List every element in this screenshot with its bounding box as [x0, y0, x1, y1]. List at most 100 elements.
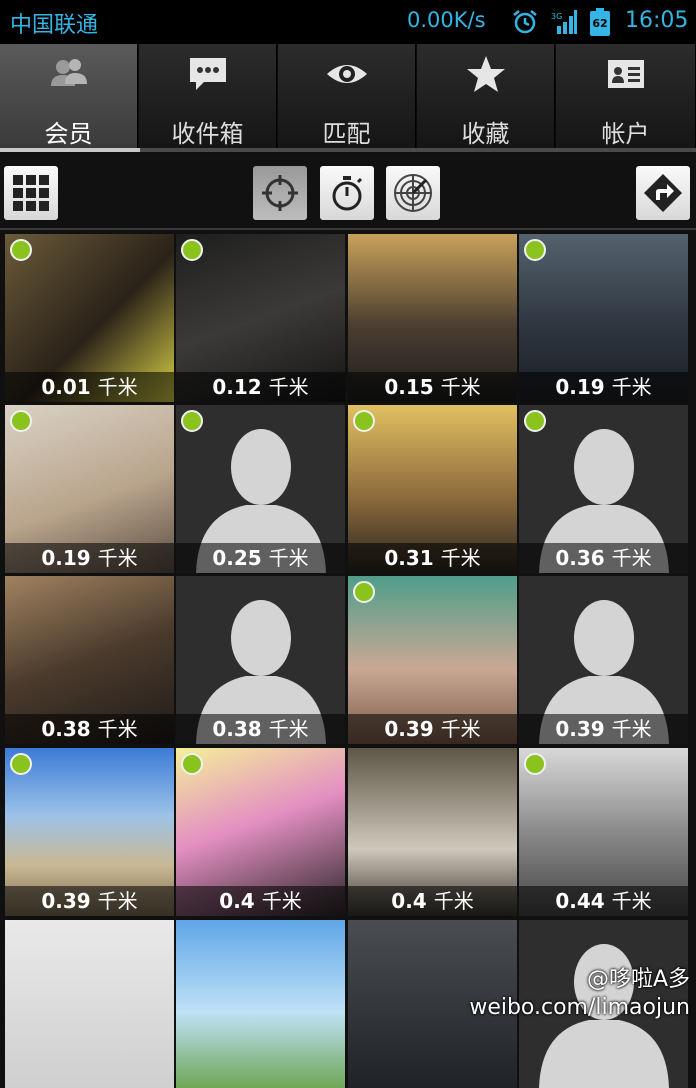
distance-unit: 千米	[261, 889, 302, 913]
member-tile[interactable]: 0.39 千米	[348, 576, 517, 744]
online-indicator	[10, 410, 32, 432]
star-icon	[466, 56, 505, 92]
distance-unit: 千米	[440, 375, 481, 399]
distance-label: 0.44 千米	[519, 886, 688, 916]
member-tile[interactable]: 0.4 千米	[176, 748, 345, 916]
member-tile[interactable]	[176, 920, 345, 1088]
online-indicator	[181, 239, 203, 261]
battery-icon: 62	[590, 8, 610, 36]
distance-value: 0.39	[41, 889, 91, 913]
member-grid: 0.01 千米 0.12 千米 0.15 千米 0.19 千米 0.19 千米 0.25 …	[0, 234, 696, 1088]
member-tile[interactable]: 0.38 千米	[5, 576, 174, 744]
distance-unit: 千米	[97, 375, 138, 399]
member-photo	[5, 920, 174, 1088]
distance-unit: 千米	[440, 717, 481, 741]
tab-favorites[interactable]: 收藏	[417, 44, 555, 148]
distance-value: 0.38	[212, 717, 262, 741]
distance-unit: 千米	[97, 546, 138, 570]
watermark-handle: @哆啦A多	[586, 967, 690, 992]
member-tile[interactable]: 0.19 千米	[5, 405, 174, 573]
distance-unit: 千米	[268, 375, 309, 399]
tab-inbox-label: 收件箱	[171, 120, 244, 148]
distance-value: 0.4	[219, 889, 255, 913]
tab-indicator	[0, 148, 140, 152]
distance-unit: 千米	[611, 546, 652, 570]
distance-label: 0.36 千米	[519, 543, 688, 573]
member-tile[interactable]: 0.4 千米	[348, 748, 517, 916]
recent-filter-button[interactable]	[320, 166, 374, 220]
alarm-clock-icon	[513, 10, 537, 34]
distance-label: 0.25 千米	[176, 543, 345, 573]
member-tile[interactable]: 0.01 千米	[5, 234, 174, 402]
tab-account[interactable]: 帐户	[556, 44, 696, 148]
distance-value: 0.39	[384, 717, 434, 741]
online-indicator	[353, 410, 375, 432]
distance-label: 0.12 千米	[176, 372, 345, 402]
watermark: @哆啦A多 weibo.com/limaojun	[469, 966, 690, 1022]
distance-unit: 千米	[611, 375, 652, 399]
member-tile[interactable]: 0.31 千米	[348, 405, 517, 573]
distance-label: 0.01 千米	[5, 372, 174, 402]
online-indicator	[524, 410, 546, 432]
tab-bar: 会员 收件箱 匹配 收藏 帐户	[0, 44, 696, 152]
grid-view-button[interactable]	[4, 166, 58, 220]
distance-unit: 千米	[97, 889, 138, 913]
nearby-filter-button[interactable]	[253, 166, 307, 220]
id-card-icon	[607, 60, 644, 88]
online-indicator	[353, 581, 375, 603]
member-tile[interactable]	[5, 920, 174, 1088]
member-tile[interactable]: 0.36 千米	[519, 405, 688, 573]
distance-value: 0.01	[41, 375, 91, 399]
distance-value: 0.19	[41, 546, 91, 570]
member-tile[interactable]: 0.25 千米	[176, 405, 345, 573]
tab-inbox[interactable]: 收件箱	[139, 44, 277, 148]
distance-value: 0.44	[555, 889, 605, 913]
member-tile[interactable]: 0.39 千米	[5, 748, 174, 916]
tab-indicator-track	[0, 148, 696, 152]
online-indicator	[524, 753, 546, 775]
toolbar-divider	[0, 228, 696, 230]
distance-label: 0.4 千米	[348, 886, 517, 916]
distance-label: 0.4 千米	[176, 886, 345, 916]
toolbar	[0, 156, 696, 228]
distance-label: 0.19 千米	[519, 372, 688, 402]
distance-value: 0.25	[212, 546, 262, 570]
tab-match[interactable]: 匹配	[278, 44, 416, 148]
tab-match-label: 匹配	[322, 120, 371, 148]
member-tile[interactable]: 0.44 千米	[519, 748, 688, 916]
tab-members[interactable]: 会员	[0, 44, 138, 148]
network-speed: 0.00K/s	[407, 8, 486, 32]
distance-unit: 千米	[440, 546, 481, 570]
directions-icon	[644, 174, 682, 212]
carrier-name: 中国联通	[10, 13, 99, 38]
distance-label: 0.31 千米	[348, 543, 517, 573]
crosshair-icon	[262, 175, 298, 211]
member-tile[interactable]: 0.19 千米	[519, 234, 688, 402]
distance-label: 0.39 千米	[348, 714, 517, 744]
distance-value: 0.4	[391, 889, 427, 913]
distance-unit: 千米	[611, 717, 652, 741]
clock: 16:05	[625, 8, 689, 33]
distance-value: 0.39	[555, 717, 605, 741]
distance-value: 0.38	[41, 717, 91, 741]
member-tile[interactable]: 0.39 千米	[519, 576, 688, 744]
radar-button[interactable]	[386, 166, 440, 220]
status-bar: 中国联通 0.00K/s 3G 62 16:05	[0, 0, 696, 44]
distance-unit: 千米	[268, 717, 309, 741]
online-indicator	[524, 239, 546, 261]
member-tile[interactable]: 0.15 千米	[348, 234, 517, 402]
stopwatch-icon	[332, 176, 363, 211]
tab-favorites-label: 收藏	[461, 120, 510, 148]
member-tile[interactable]: 0.38 千米	[176, 576, 345, 744]
distance-unit: 千米	[433, 889, 474, 913]
distance-label: 0.38 千米	[176, 714, 345, 744]
members-icon	[50, 59, 87, 86]
distance-value: 0.15	[384, 375, 434, 399]
grid-view-icon	[13, 175, 49, 211]
distance-label: 0.15 千米	[348, 372, 517, 402]
radar-icon	[394, 174, 432, 212]
member-tile[interactable]: 0.12 千米	[176, 234, 345, 402]
distance-label: 0.38 千米	[5, 714, 174, 744]
directions-button[interactable]	[636, 166, 690, 220]
watermark-url: weibo.com/limaojun	[469, 995, 690, 1020]
